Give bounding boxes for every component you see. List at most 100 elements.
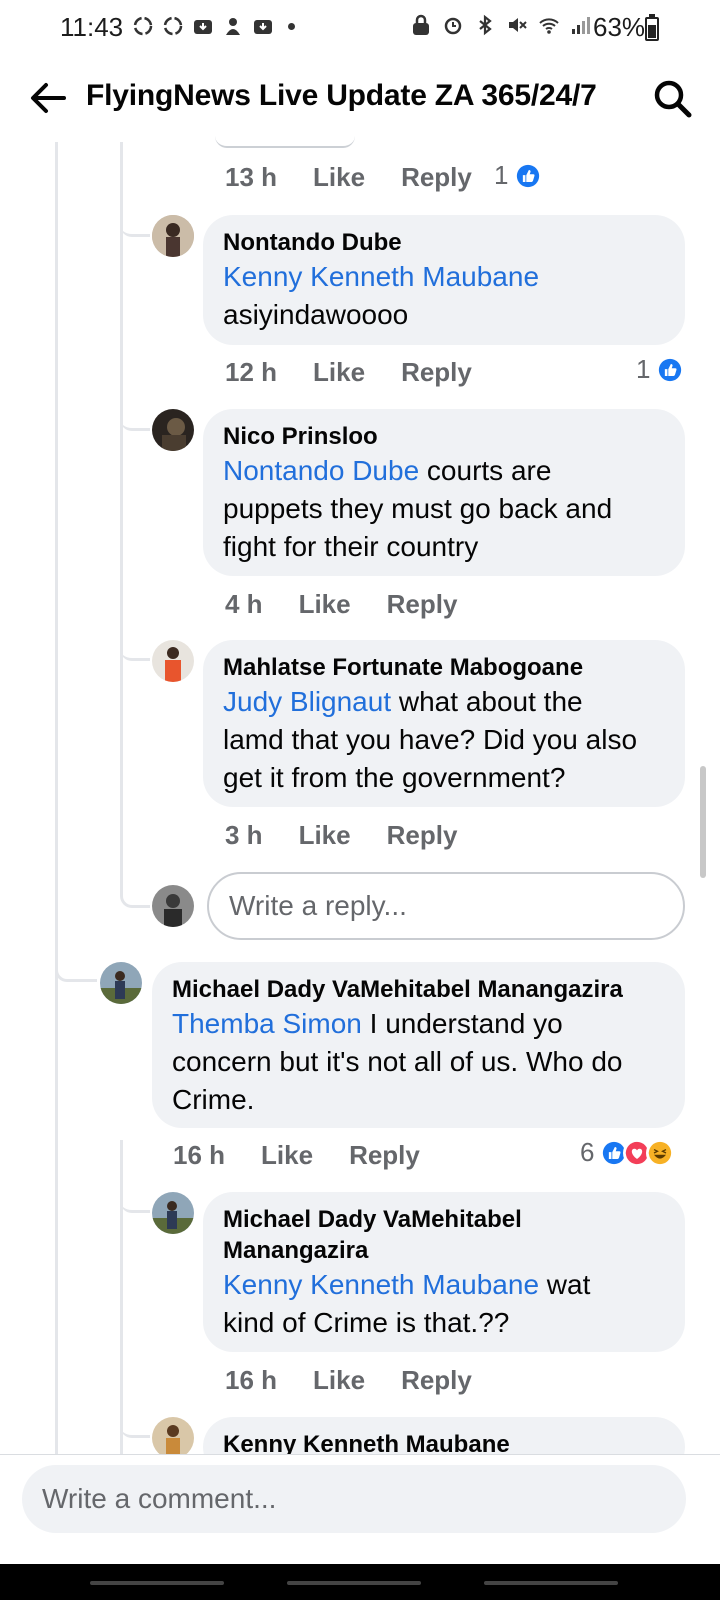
reaction-count: 1 [636, 354, 651, 384]
like-button[interactable]: Like [299, 589, 351, 620]
comment-text-part: courts are [419, 455, 552, 486]
user-avatar [152, 885, 194, 927]
reply-button[interactable]: Reply [401, 1365, 472, 1396]
mention-link[interactable]: Themba Simon [172, 1008, 362, 1039]
like-reaction-icon [514, 161, 543, 190]
nav-recent-button[interactable] [90, 1581, 224, 1585]
comment-author[interactable]: Michael Dady VaMehitabel Manangazira [223, 1204, 665, 1266]
reply-button[interactable]: Reply [401, 162, 472, 193]
comment-text: lamd that you have? Did you also [223, 724, 638, 755]
reaction-summary[interactable]: 1 [494, 160, 543, 191]
search-icon[interactable] [650, 76, 694, 120]
comment-actions: 4 h Like Reply [225, 589, 493, 620]
comment-bubble: Nico Prinsloo Nontando Dube courts are p… [203, 409, 685, 576]
battery-percent: 63% [593, 12, 646, 42]
reaction-summary[interactable]: 6 [580, 1137, 675, 1168]
thread-elbow [120, 870, 150, 908]
avatar[interactable] [100, 962, 142, 1004]
comment-time: 3 h [225, 820, 263, 850]
reaction-count: 1 [494, 160, 509, 190]
like-button[interactable]: Like [299, 820, 351, 851]
signal-icon [572, 17, 590, 34]
comment-author[interactable]: Nico Prinsloo [223, 421, 665, 452]
avatar-image [152, 885, 194, 927]
avatar-image [152, 1417, 194, 1459]
mention-link[interactable]: Nontando Dube [223, 455, 419, 486]
scrollbar[interactable] [700, 766, 706, 878]
comment-bubble: Michael Dady VaMehitabel Manangazira The… [152, 962, 685, 1128]
comment-bubble: Nontando Dube Kenny Kenneth Maubane asiy… [203, 215, 685, 345]
comment-text: puppets they must go back and [223, 493, 613, 524]
comment-time: 13 h [225, 162, 278, 192]
reply-button[interactable]: Reply [349, 1140, 420, 1171]
comment-author[interactable]: Nontando Dube [223, 227, 665, 258]
avatar[interactable] [152, 409, 194, 451]
comment-text: Kenny Kenneth Maubane [223, 258, 665, 296]
comment-text: Themba Simon I understand yo [172, 1005, 665, 1043]
comment-time: 4 h [225, 589, 263, 619]
like-button[interactable]: Like [313, 1365, 365, 1396]
thread-elbow [120, 398, 150, 431]
avatar-image [152, 640, 194, 682]
mention-link[interactable]: Kenny Kenneth Maubane [223, 261, 539, 292]
comment-text-part: wat [539, 1269, 591, 1300]
comment-text: asiyindawoooo [223, 299, 409, 330]
comment-text-part: I understand yo [361, 1008, 563, 1039]
avatar[interactable] [152, 1417, 194, 1459]
comment-bubble-edge [215, 136, 355, 148]
reply-button[interactable]: Reply [401, 357, 472, 388]
mention-link[interactable]: Judy Blignaut [223, 686, 391, 717]
comment-text: Crime. [172, 1084, 255, 1115]
nav-back-button[interactable] [484, 1581, 618, 1585]
comment-author-line: Manangazira [223, 1237, 369, 1264]
mute-icon [509, 18, 527, 32]
avatar-image [152, 409, 194, 451]
like-button[interactable]: Like [313, 162, 365, 193]
comment-time: 16 h [225, 1365, 278, 1395]
comment-time: 16 h [173, 1140, 226, 1170]
like-button[interactable]: Like [261, 1140, 313, 1171]
comment-bubble: Michael Dady VaMehitabel Manangazira Ken… [203, 1192, 685, 1352]
thread-elbow [55, 950, 97, 982]
comment-text-part: what about the [391, 686, 583, 717]
comment-composer: Write a comment... [0, 1454, 720, 1564]
reply-button[interactable]: Reply [387, 589, 458, 620]
like-button[interactable]: Like [313, 357, 365, 388]
avatar[interactable] [152, 640, 194, 682]
comment-input[interactable]: Write a comment... [22, 1465, 686, 1533]
comment-author[interactable]: Michael Dady VaMehitabel Manangazira [172, 974, 665, 1005]
mention-link[interactable]: Kenny Kenneth Maubane [223, 1269, 539, 1300]
thread-elbow [120, 1180, 150, 1213]
comment-text: Nontando Dube courts are [223, 452, 665, 490]
thread-elbow [120, 628, 150, 661]
system-nav-bar [0, 1564, 720, 1600]
download-icon [254, 20, 272, 34]
comment-text: fight for their country [223, 531, 479, 562]
comment-actions: 16 h Like Reply [225, 1365, 508, 1396]
app-icon [226, 18, 240, 35]
thread-elbow [120, 1405, 150, 1438]
more-notifications-icon [288, 22, 295, 30]
comment-bubble: Mahlatse Fortunate Mabogoane Judy Bligna… [203, 640, 685, 807]
avatar[interactable] [152, 215, 194, 257]
comment-text: get it from the government? [223, 762, 566, 793]
reply-input[interactable]: Write a reply... [207, 872, 685, 940]
back-arrow-icon[interactable] [26, 76, 70, 120]
comment-actions: 3 h Like Reply [225, 820, 493, 851]
comment-actions: 13 h Like Reply [225, 162, 508, 193]
status-time: 11:43 [60, 12, 124, 42]
avatar-image [100, 962, 142, 1004]
reaction-summary[interactable]: 1 [636, 354, 685, 385]
sync-icon [133, 16, 153, 36]
comment-author-line: Michael Dady VaMehitabel [223, 1206, 522, 1233]
notification-icons [132, 15, 295, 37]
app-header: FlyingNews Live Update ZA 365/24/7 [0, 62, 720, 136]
comment-author[interactable]: Mahlatse Fortunate Mabogoane [223, 652, 665, 683]
nav-home-button[interactable] [287, 1581, 421, 1585]
comment-text: concern but it's not all of us. Who do [172, 1046, 623, 1077]
comment-actions: 16 h Like Reply [173, 1140, 456, 1171]
avatar[interactable] [152, 1192, 194, 1234]
thread-elbow [120, 205, 150, 237]
system-icons [410, 14, 592, 36]
reply-button[interactable]: Reply [387, 820, 458, 851]
